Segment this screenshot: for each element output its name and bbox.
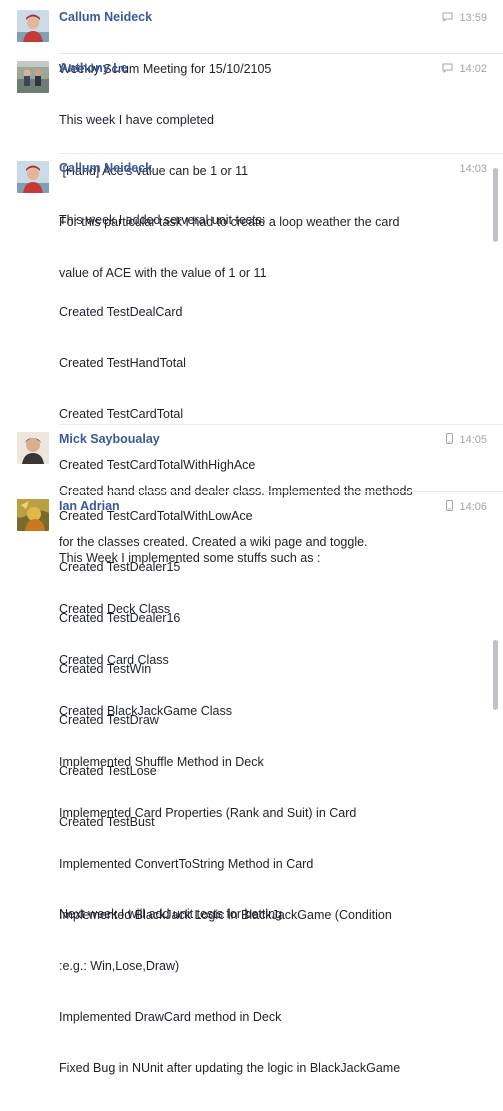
message-line: Created Card Class: [59, 653, 169, 667]
divider: [59, 53, 503, 54]
avatar[interactable]: [17, 432, 49, 464]
mobile-phone-icon: [446, 500, 454, 515]
avatar[interactable]: [17, 61, 49, 93]
message-line: Implemented ConvertToString Method in Ca…: [59, 857, 314, 871]
message-line: Created Deck Class: [59, 602, 171, 616]
timestamp-text: 14:05: [459, 434, 487, 446]
message-line: Created TestDealCard: [59, 305, 183, 319]
scroll-thumb[interactable]: [493, 168, 498, 242]
message-feed: Callum Neideck 13:59 Weekly Scrum Meetin…: [0, 0, 503, 1075]
timestamp-text: 14:03: [459, 163, 487, 175]
message-line: Implemented DrawCard method in Deck: [59, 1010, 282, 1024]
divider: [59, 424, 503, 425]
author-name[interactable]: Callum Neideck: [59, 161, 152, 176]
author-name[interactable]: Callum Neideck: [59, 10, 152, 25]
avatar[interactable]: [17, 161, 49, 193]
avatar[interactable]: [17, 499, 49, 531]
timestamp-text: 13:59: [459, 12, 487, 24]
message-line: This week I added serveral unit tests:: [59, 213, 266, 227]
timestamp-text: 14:06: [459, 501, 487, 513]
mobile-phone-icon: [446, 433, 454, 448]
timestamp: 13:59: [417, 11, 487, 26]
message-line: Created BlackJackGame Class: [59, 704, 232, 718]
divider: [59, 491, 503, 492]
message-line: This week I have completed: [59, 113, 214, 127]
author-name[interactable]: Anthony Le: [59, 61, 128, 76]
timestamp-text: 14:02: [459, 63, 487, 75]
scrollbar[interactable]: [488, 0, 503, 710]
timestamp: 14:05: [417, 433, 487, 448]
message-line: This Week I implemented some stuffs such…: [59, 551, 321, 565]
author-name[interactable]: Mick Sayboualay: [59, 432, 160, 447]
message-body: This Week I implemented some stuffs such…: [59, 516, 439, 1111]
message-line: :e.g.: Win,Lose,Draw): [59, 959, 180, 973]
message-line: Fixed Bug in NUnit after updating the lo…: [59, 1061, 401, 1075]
chat-bubble-icon: [442, 12, 453, 26]
message-line: Created TestHandTotal: [59, 356, 186, 370]
chat-bubble-icon: [442, 63, 453, 77]
divider: [59, 153, 503, 154]
message-line: Implemented Shuffle Method in Deck: [59, 755, 264, 769]
scroll-thumb-secondary[interactable]: [493, 640, 498, 710]
timestamp: 14:03: [417, 162, 487, 176]
avatar[interactable]: [17, 10, 49, 42]
message-line: Implemented BlackJack Logic in BlackJack…: [59, 908, 392, 922]
message-line: Implemented Card Properties (Rank and Su…: [59, 806, 357, 820]
author-name[interactable]: Ian Adrian: [59, 499, 120, 514]
timestamp: 14:02: [417, 62, 487, 77]
timestamp: 14:06: [417, 500, 487, 515]
message-line: Created TestCardTotal: [59, 407, 184, 421]
